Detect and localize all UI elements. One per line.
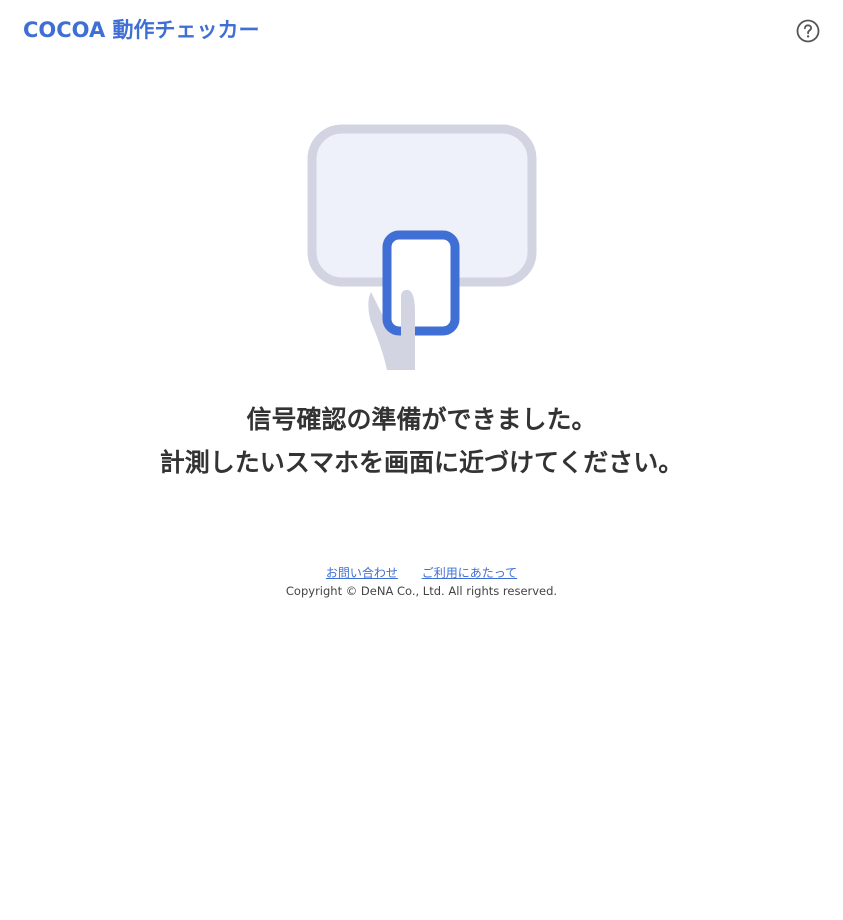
instruction-message: 信号確認の準備ができました。 計測したいスマホを画面に近づけてください。 <box>0 398 843 484</box>
header: COCOA 動作チェッカー <box>0 0 843 62</box>
message-line-instruction: 計測したいスマホを画面に近づけてください。 <box>159 448 684 477</box>
copyright: Copyright © DeNA Co., Ltd. All rights re… <box>285 584 558 598</box>
illustration <box>305 122 539 370</box>
message-line-ready: 信号確認の準備ができました。 <box>246 405 597 434</box>
phone-to-screen-icon <box>307 124 537 370</box>
contact-link[interactable]: お問い合わせ <box>326 566 398 580</box>
page: COCOA 動作チェッカー 信号確認の準備ができました。 計測したいスマホを画面… <box>0 0 843 920</box>
help-button[interactable] <box>796 19 820 43</box>
app-title: COCOA 動作チェッカー <box>23 18 260 42</box>
footer-links: お問い合わせ ご利用にあたって <box>0 563 843 583</box>
footer: お問い合わせ ご利用にあたって Copyright © DeNA Co., Lt… <box>0 563 843 600</box>
terms-link[interactable]: ご利用にあたって <box>422 566 517 580</box>
question-circle-icon <box>796 19 820 43</box>
